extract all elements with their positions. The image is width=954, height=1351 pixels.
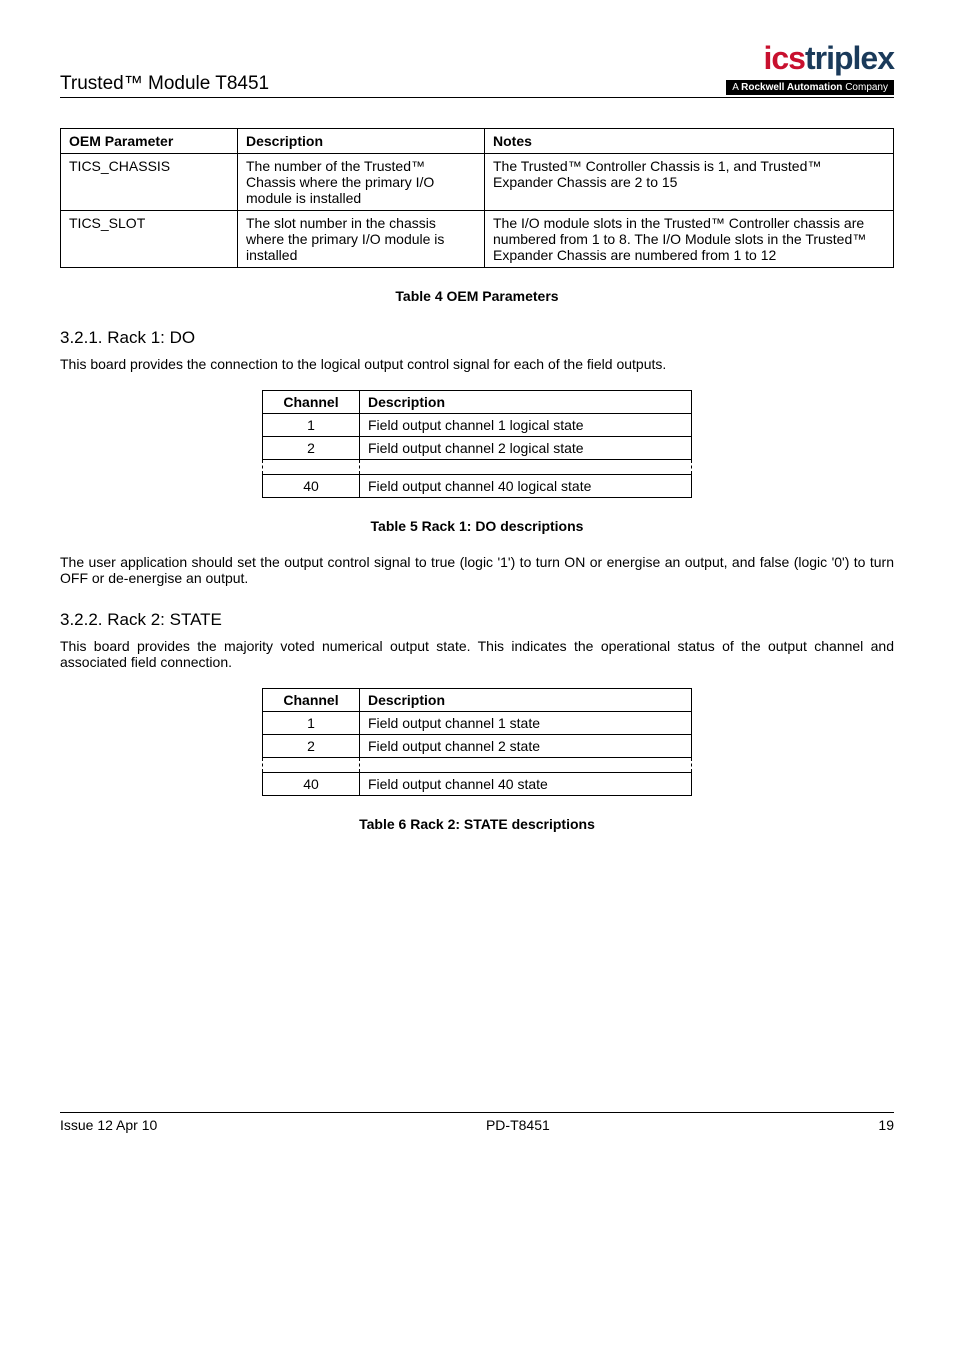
page-footer: Issue 12 Apr 10 PD-T8451 19 (60, 1112, 894, 1133)
col-description: Description (360, 391, 692, 414)
oem-col-notes: Notes (485, 129, 894, 154)
table-row: TICS_SLOT The slot number in the chassis… (61, 211, 894, 268)
col-channel: Channel (263, 689, 360, 712)
table-row: 1 Field output channel 1 state (263, 712, 692, 735)
footer-pagenum: 19 (878, 1117, 894, 1133)
followup-rack1: The user application should set the outp… (60, 554, 894, 586)
heading-rack1-do: 3.2.1. Rack 1: DO (60, 328, 894, 348)
table-gap-row (263, 758, 692, 773)
footer-docnum: PD-T8451 (486, 1117, 550, 1133)
table-row: 40 Field output channel 40 state (263, 773, 692, 796)
logo-triplex: triplex (805, 40, 894, 76)
brand-logo: icstriplex A Rockwell Automation Company (726, 40, 894, 95)
table-row: 2 Field output channel 2 logical state (263, 437, 692, 460)
caption-table-4: Table 4 OEM Parameters (60, 288, 894, 304)
intro-rack2: This board provides the majority voted n… (60, 638, 894, 670)
table-row: 2 Field output channel 2 state (263, 735, 692, 758)
intro-rack1: This board provides the connection to th… (60, 356, 894, 372)
footer-issue: Issue 12 Apr 10 (60, 1117, 157, 1133)
logo-subtext: A Rockwell Automation Company (726, 80, 894, 95)
col-description: Description (360, 689, 692, 712)
oem-parameters-table: OEM Parameter Description Notes TICS_CHA… (60, 128, 894, 268)
table-row: TICS_CHASSIS The number of the Trusted™ … (61, 154, 894, 211)
caption-table-6: Table 6 Rack 2: STATE descriptions (60, 816, 894, 832)
page-header: Trusted™ Module T8451 icstriplex A Rockw… (60, 40, 894, 98)
heading-rack2-state: 3.2.2. Rack 2: STATE (60, 610, 894, 630)
logo-ics: ics (763, 40, 804, 76)
caption-table-5: Table 5 Rack 1: DO descriptions (60, 518, 894, 534)
col-channel: Channel (263, 391, 360, 414)
rack2-state-table: Channel Description 1 Field output chann… (262, 688, 692, 796)
rack1-do-table: Channel Description 1 Field output chann… (262, 390, 692, 498)
oem-col-desc: Description (238, 129, 485, 154)
table-gap-row (263, 460, 692, 475)
oem-col-param: OEM Parameter (61, 129, 238, 154)
table-row: 40 Field output channel 40 logical state (263, 475, 692, 498)
table-row: 1 Field output channel 1 logical state (263, 414, 692, 437)
header-module-title: Trusted™ Module T8451 (60, 73, 269, 95)
